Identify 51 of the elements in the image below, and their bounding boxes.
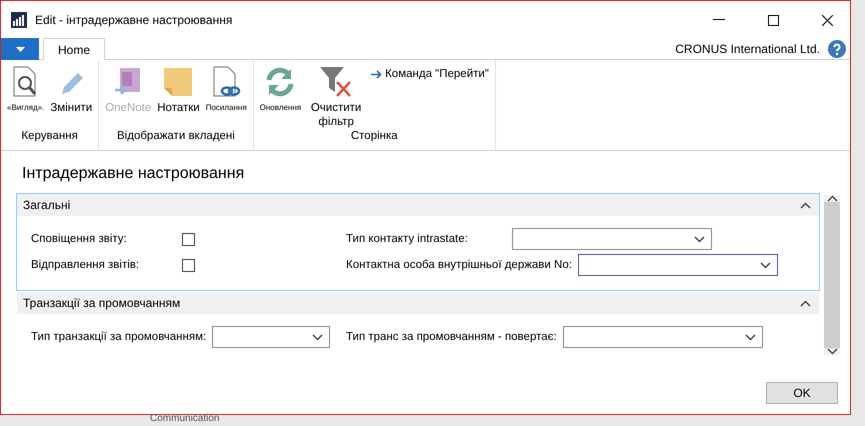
ribbon-button[interactable]: Змінити — [48, 66, 94, 115]
section-title: Транзакції за промовчанням — [23, 296, 182, 310]
window-title: Edit - інтрадержавне настроювання — [35, 13, 234, 27]
field-label: Тип транзакції за промовчанням: — [31, 331, 206, 343]
ok-button[interactable]: OK — [766, 382, 838, 404]
chevron-down-icon — [694, 236, 705, 242]
chevron-down-icon — [760, 262, 771, 268]
chevron-up-icon — [826, 195, 838, 202]
chevron-down-icon — [312, 334, 324, 340]
checkbox[interactable] — [182, 232, 195, 246]
ribbon-button[interactable]: Нотатки — [155, 66, 202, 115]
ribbon-button[interactable]: Очистити фільтр — [305, 66, 368, 129]
maximize-icon — [768, 14, 778, 26]
section-title: Загальні — [23, 198, 72, 212]
field-label: Відправлення звітів: — [31, 259, 140, 271]
background-window-text: Communication — [150, 414, 220, 424]
go-to-command-link[interactable]: Команда "Перейти" — [369, 66, 491, 82]
caret-down-icon — [16, 46, 24, 52]
chevron-down-icon — [826, 348, 838, 355]
app-logo-icon — [11, 12, 27, 28]
arrow-right-icon — [371, 70, 382, 78]
chevron-down-icon — [744, 334, 756, 340]
scrollbar[interactable] — [824, 195, 840, 355]
dropdown-field[interactable] — [212, 326, 330, 348]
ribbon-button[interactable]: Оновлення — [258, 66, 304, 115]
field-label: Сповіщення звіту: — [31, 233, 128, 245]
field-label: Контактна особа внутрішньої держави No: — [346, 259, 572, 271]
ribbon-group-label: Керування — [20, 130, 79, 144]
chevron-up-icon — [800, 300, 811, 306]
sticky-note-icon — [163, 66, 194, 98]
page-title: Інтрадержавне настроювання — [22, 165, 246, 183]
ribbon-button[interactable]: «Вигляд». — [5, 66, 46, 115]
help-icon[interactable] — [828, 40, 846, 58]
minimize-icon — [713, 19, 725, 21]
dropdown-field[interactable] — [578, 254, 778, 276]
ribbon-tab[interactable]: Home — [43, 38, 106, 60]
refresh-icon — [264, 66, 296, 98]
close-icon — [822, 14, 832, 26]
dropdown-field[interactable] — [512, 228, 712, 250]
checkbox[interactable] — [182, 258, 195, 272]
menu-button[interactable] — [1, 38, 39, 60]
field-label: Тип контакту intrastate: — [346, 233, 469, 245]
field-label: Тип транс за промовчанням - повертає: — [346, 331, 557, 343]
ribbon-group-label: Відображати вкладені — [116, 130, 236, 144]
chevron-up-icon — [800, 202, 811, 208]
clear-filter-icon — [319, 66, 354, 98]
ribbon-button[interactable]: Посилання — [204, 66, 249, 115]
dropdown-field[interactable] — [562, 326, 763, 348]
company-name: CRONUS International Ltd. — [675, 42, 820, 56]
ribbon-group-label: Сторінка — [350, 130, 399, 144]
document-link-icon — [211, 66, 242, 98]
